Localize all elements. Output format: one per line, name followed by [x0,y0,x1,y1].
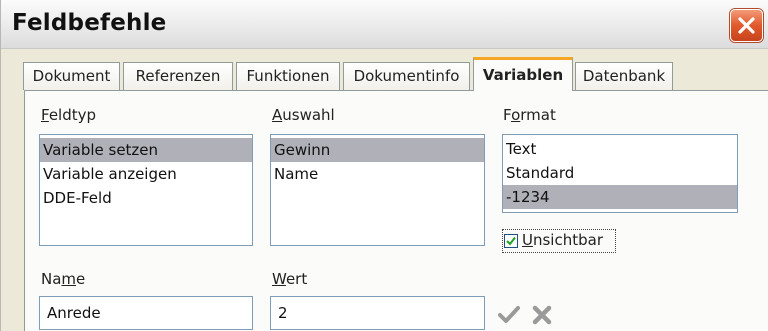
tab-dokument[interactable]: Dokument [23,62,120,90]
feldtyp-list[interactable]: Variable setzen Variable anzeigen DDE-Fe… [39,134,253,246]
tab-dokumentinfo[interactable]: Dokumentinfo [343,62,470,90]
title-bar[interactable]: Feldbefehle [1,0,768,49]
close-icon [738,17,755,34]
format-list[interactable]: Text Standard -1234 [502,134,738,213]
delete-button[interactable] [531,304,553,326]
x-icon [532,305,552,325]
name-label: Name [41,270,86,288]
tab-funktionen[interactable]: Funktionen [236,62,340,90]
unsichtbar-checkbox-row[interactable]: Unsichtbar [502,229,616,253]
list-item[interactable]: Name [271,162,484,186]
tab-referenzen[interactable]: Referenzen [123,62,233,90]
list-item[interactable]: Text [503,137,737,161]
field-commands-dialog: Feldbefehle Dokument Referenzen Funktion… [0,0,768,331]
unsichtbar-label: Unsichtbar [522,231,603,249]
format-label: Format [503,106,556,124]
wert-label: Wert [272,270,308,288]
auswahl-label: Auswahl [272,106,335,124]
tab-datenbank[interactable]: Datenbank [575,62,673,90]
close-button[interactable] [730,9,763,42]
checkmark-icon [506,236,516,246]
wert-field[interactable]: 2 [270,296,485,330]
list-item[interactable]: Variable anzeigen [40,162,252,186]
apply-button[interactable] [498,305,520,325]
list-item[interactable]: Gewinn [271,138,484,162]
feldtyp-label: Feldtyp [41,106,97,124]
unsichtbar-checkbox[interactable] [504,234,518,248]
name-field[interactable]: Anrede [39,296,253,330]
list-item[interactable]: Variable setzen [40,138,252,162]
list-item[interactable]: Standard [503,161,737,185]
auswahl-list[interactable]: Gewinn Name [270,134,485,246]
list-item[interactable]: -1234 [503,185,737,209]
list-item[interactable]: DDE-Feld [40,186,252,210]
checkmark-icon [498,306,520,323]
tab-variablen[interactable]: Variablen [473,57,573,91]
window-title: Feldbefehle [12,10,167,36]
